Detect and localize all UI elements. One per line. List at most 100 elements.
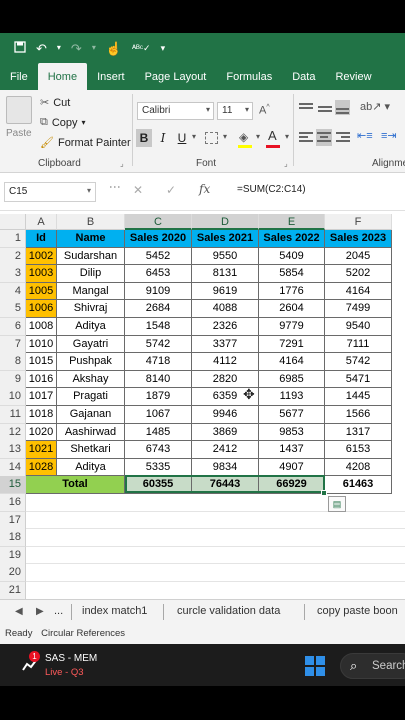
table-cell[interactable]: 4907 xyxy=(259,458,325,477)
column-header[interactable]: A xyxy=(26,214,57,230)
table-cell[interactable]: 6453 xyxy=(125,265,192,283)
tab-review[interactable]: Review xyxy=(325,63,381,90)
table-cell[interactable]: 1445 xyxy=(325,388,392,406)
table-cell[interactable]: 4208 xyxy=(325,458,392,477)
table-cell[interactable]: Aditya xyxy=(57,458,125,477)
table-cell[interactable]: 5452 xyxy=(125,247,192,266)
chevron-down-icon[interactable]: ▾ xyxy=(223,132,227,141)
paste-icon[interactable] xyxy=(6,96,32,124)
id-cell[interactable]: 1005 xyxy=(26,282,57,301)
id-cell[interactable]: 1028 xyxy=(26,458,57,477)
quick-analysis-icon[interactable]: ▤ xyxy=(328,496,346,512)
id-cell[interactable]: 1017 xyxy=(26,388,57,406)
id-cell[interactable]: 1016 xyxy=(26,370,57,389)
table-header-cell[interactable]: Id xyxy=(26,230,57,248)
table-cell[interactable]: 4164 xyxy=(259,353,325,371)
empty-row[interactable] xyxy=(26,547,405,565)
underline-button[interactable]: U xyxy=(174,129,190,147)
table-cell[interactable]: 1193 xyxy=(259,388,325,406)
row-header[interactable]: 8 xyxy=(0,353,26,372)
id-cell[interactable]: 1003 xyxy=(26,265,57,283)
table-cell[interactable]: 1485 xyxy=(125,423,192,442)
fill-color-icon[interactable]: ◈ xyxy=(239,130,248,144)
id-cell[interactable]: 1002 xyxy=(26,247,57,266)
total-value-cell[interactable]: 76443 xyxy=(192,476,259,494)
table-cell[interactable]: 4164 xyxy=(325,282,392,301)
row-header[interactable]: 12 xyxy=(0,423,26,442)
table-cell[interactable]: 5202 xyxy=(325,265,392,283)
table-cell[interactable]: 5335 xyxy=(125,458,192,477)
row-header[interactable]: 16 xyxy=(0,494,26,512)
table-header-cell[interactable]: Sales 2020 xyxy=(125,230,192,248)
total-value-cell[interactable]: 60355 xyxy=(125,476,192,494)
table-cell[interactable]: Gajanan xyxy=(57,406,125,424)
font-name-select[interactable]: Calibri ▾ xyxy=(137,102,214,120)
table-cell[interactable]: Shetkari xyxy=(57,441,125,459)
row-header[interactable]: 21 xyxy=(0,582,26,599)
sheet-tab-curcle-validation-data[interactable]: curcle validation data xyxy=(177,605,280,617)
table-cell[interactable]: 9946 xyxy=(192,406,259,424)
decrease-indent-icon[interactable]: ⇤≡ xyxy=(357,129,373,142)
align-center-icon[interactable] xyxy=(316,129,332,146)
grow-font-icon[interactable]: A^ xyxy=(259,104,270,117)
name-box[interactable]: C15 ▾ xyxy=(4,182,96,202)
row-header[interactable]: 13 xyxy=(0,441,26,460)
table-header-cell[interactable]: Name xyxy=(57,230,125,248)
row-header[interactable]: 1 xyxy=(0,230,26,248)
table-cell[interactable]: 2412 xyxy=(192,441,259,459)
table-cell[interactable]: 9109 xyxy=(125,282,192,301)
id-cell[interactable]: 1018 xyxy=(26,406,57,424)
font-launcher-icon[interactable]: ⌟ xyxy=(284,159,288,168)
bold-button[interactable]: B xyxy=(136,129,152,147)
table-cell[interactable]: 6985 xyxy=(259,370,325,389)
total-value-cell[interactable]: 61463 xyxy=(325,476,392,494)
table-cell[interactable]: 6743 xyxy=(125,441,192,459)
column-header[interactable]: B xyxy=(57,214,125,230)
table-cell[interactable]: 9550 xyxy=(192,247,259,266)
table-cell[interactable]: 3869 xyxy=(192,423,259,442)
table-cell[interactable]: 7291 xyxy=(259,335,325,354)
increase-indent-icon[interactable]: ≡⇥ xyxy=(381,129,397,142)
table-cell[interactable]: 6153 xyxy=(325,441,392,459)
row-header[interactable]: 14 xyxy=(0,458,26,477)
table-cell[interactable]: 4088 xyxy=(192,300,259,318)
table-cell[interactable]: 1437 xyxy=(259,441,325,459)
undo-dropdown-icon[interactable]: ▾ xyxy=(57,44,61,52)
table-cell[interactable]: 2684 xyxy=(125,300,192,318)
table-cell[interactable]: Aashirwad xyxy=(57,423,125,442)
table-cell[interactable]: 9853 xyxy=(259,423,325,442)
table-cell[interactable]: Shivraj xyxy=(57,300,125,318)
row-header[interactable]: 7 xyxy=(0,335,26,354)
align-left-icon[interactable] xyxy=(299,131,313,145)
worksheet-grid[interactable]: ABCDEF 1 2 3 4 5 6 7 8 9 10 11 12 13 14 15 16 17 18 19 20 21… xyxy=(0,211,405,599)
table-cell[interactable]: 1879 xyxy=(125,388,192,406)
save-icon[interactable] xyxy=(14,41,26,55)
touch-mode-icon[interactable]: ☝ xyxy=(106,42,122,55)
formula-input[interactable]: =SUM(C2:C14) xyxy=(237,184,306,195)
row-header[interactable]: 19 xyxy=(0,546,26,565)
row-header[interactable]: 10 xyxy=(0,388,26,407)
total-value-cell[interactable]: 66929 xyxy=(259,476,325,494)
column-header[interactable]: C xyxy=(125,214,192,230)
table-cell[interactable]: 5742 xyxy=(325,353,392,371)
row-header[interactable]: 17 xyxy=(0,511,26,530)
empty-row[interactable] xyxy=(26,582,405,599)
spelling-icon[interactable]: ᴬᴮᶜ✓ xyxy=(132,43,151,53)
table-cell[interactable]: 2604 xyxy=(259,300,325,318)
fill-handle[interactable] xyxy=(321,490,327,496)
italic-button[interactable]: I xyxy=(155,129,171,147)
table-cell[interactable]: Aditya xyxy=(57,318,125,336)
table-header-cell[interactable]: Sales 2023 xyxy=(325,230,392,248)
row-header[interactable]: 15 xyxy=(0,476,26,495)
table-cell[interactable]: 5471 xyxy=(325,370,392,389)
table-cell[interactable]: 7111 xyxy=(325,335,392,354)
sheet-tab-copy-paste[interactable]: copy paste boon xyxy=(317,605,398,617)
scroll-right-icon[interactable]: ▶ xyxy=(36,606,44,617)
taskbar-search[interactable]: ⌕ Search xyxy=(340,653,405,679)
table-header-cell[interactable]: Sales 2021 xyxy=(192,230,259,248)
enter-icon[interactable]: ✓ xyxy=(166,183,176,197)
cut-button[interactable]: ✂ Cut xyxy=(40,96,70,110)
table-cell[interactable]: 8140 xyxy=(125,370,192,389)
table-cell[interactable]: Pushpak xyxy=(57,353,125,371)
align-right-icon[interactable] xyxy=(336,131,350,145)
